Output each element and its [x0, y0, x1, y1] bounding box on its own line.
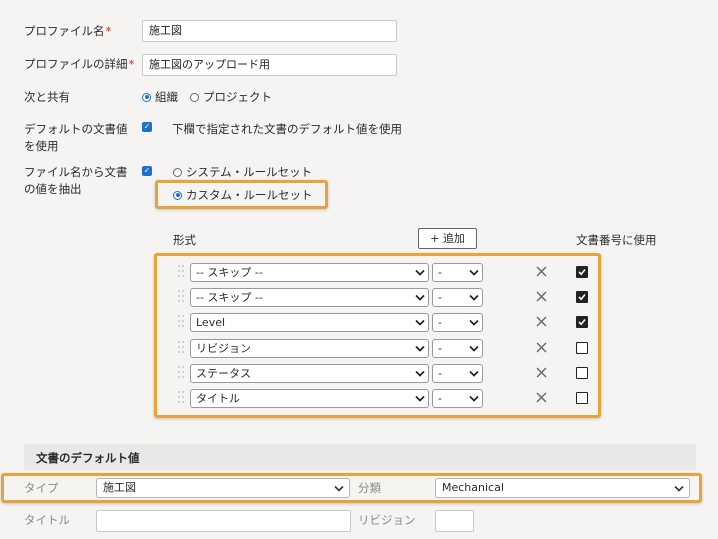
share-option-project-label: プロジェクト [203, 90, 272, 104]
use-for-doc-number-checkbox[interactable] [576, 291, 588, 303]
share-option-organization-label: 組織 [155, 90, 178, 104]
ruleset-option-custom-label: カスタム・ルールセット [186, 188, 313, 202]
rule-separator-select[interactable]: - [432, 288, 483, 307]
chevron-down-icon [469, 269, 479, 276]
rule-field-select[interactable]: タイトル [190, 389, 429, 408]
rule-separator-value: - [438, 342, 442, 355]
rule-field-select[interactable]: Level [190, 313, 429, 332]
type-select[interactable]: 施工図 [96, 478, 350, 498]
default-doc-checkbox[interactable]: ✓ [142, 122, 152, 132]
profile-name-label: プロファイル名* [24, 24, 112, 38]
profile-detail-input[interactable]: 施工図のアップロード用 [142, 54, 397, 76]
rule-separator-select[interactable]: - [432, 263, 483, 282]
profile-name-input[interactable]: 施工図 [142, 20, 397, 42]
default-doc-description: 下欄で指定された文書のデフォルト値を使用 [172, 122, 402, 136]
rule-field-select[interactable]: -- スキップ -- [190, 263, 429, 282]
category-select-value: Mechanical [442, 481, 504, 494]
use-for-doc-number-header: 文書番号に使用 [576, 233, 657, 247]
radio-unselected-icon [190, 92, 199, 102]
drag-handle-icon[interactable] [178, 341, 185, 354]
chevron-down-icon [469, 395, 479, 402]
share-option-project[interactable]: プロジェクト [190, 89, 272, 105]
drag-handle-icon[interactable] [178, 366, 185, 379]
remove-rule-icon[interactable] [536, 291, 547, 302]
rule-separator-select[interactable]: - [432, 389, 483, 408]
ruleset-option-system[interactable]: システム・ルールセット [173, 164, 312, 180]
rule-field-select[interactable]: -- スキップ -- [190, 288, 429, 307]
chevron-down-icon [415, 319, 425, 326]
rule-separator-value: - [438, 291, 442, 304]
rule-separator-select[interactable]: - [432, 313, 483, 332]
title-input[interactable] [96, 510, 351, 532]
chevron-down-icon [469, 370, 479, 377]
share-option-organization[interactable]: 組織 [142, 89, 178, 105]
rule-field-value: ステータス [196, 367, 251, 380]
share-label: 次と共有 [24, 90, 70, 104]
category-select[interactable]: Mechanical [435, 478, 690, 498]
rule-separator-select[interactable]: - [432, 339, 483, 358]
rule-field-value: リビジョン [196, 342, 251, 355]
rule-field-value: Level [196, 316, 226, 329]
rule-field-value: -- スキップ -- [196, 291, 263, 304]
chevron-down-icon [415, 269, 425, 276]
rule-separator-value: - [438, 392, 442, 405]
ruleset-option-system-label: システム・ルールセット [186, 165, 313, 179]
extract-checkbox[interactable]: ✓ [142, 166, 152, 176]
extract-label: ファイル名から文書 の値を抽出 [24, 165, 128, 196]
radio-selected-icon [173, 190, 182, 200]
add-rule-button[interactable]: + 追加 [418, 228, 477, 249]
use-for-doc-number-checkbox[interactable] [576, 392, 588, 404]
doc-defaults-section-title: 文書のデフォルト値 [36, 451, 140, 465]
type-label: タイプ [24, 481, 59, 495]
remove-rule-icon[interactable] [536, 266, 547, 277]
category-label: 分類 [358, 481, 381, 495]
default-doc-label: デフォルトの文書値 を使用 [24, 122, 128, 153]
chevron-down-icon [469, 294, 479, 301]
check-icon [578, 318, 586, 326]
ruleset-option-custom[interactable]: カスタム・ルールセット [173, 187, 313, 203]
chevron-down-icon [674, 485, 684, 492]
type-select-value: 施工図 [103, 481, 136, 494]
use-for-doc-number-checkbox[interactable] [576, 367, 588, 379]
drag-handle-icon[interactable] [178, 391, 185, 404]
rule-separator-value: - [438, 316, 442, 329]
rule-separator-value: - [438, 367, 442, 380]
chevron-down-icon [415, 395, 425, 402]
remove-rule-icon[interactable] [536, 316, 547, 327]
rule-field-value: -- スキップ -- [196, 266, 263, 279]
check-icon [578, 293, 586, 301]
drag-handle-icon[interactable] [178, 315, 185, 328]
use-for-doc-number-checkbox[interactable] [576, 342, 588, 354]
chevron-down-icon [415, 370, 425, 377]
format-header: 形式 [173, 233, 196, 247]
check-icon [578, 268, 586, 276]
radio-unselected-icon [173, 167, 182, 177]
remove-rule-icon[interactable] [536, 392, 547, 403]
chevron-down-icon [469, 319, 479, 326]
rule-separator-select[interactable]: - [432, 364, 483, 383]
drag-handle-icon[interactable] [178, 265, 185, 278]
doc-defaults-section-header: 文書のデフォルト値 [24, 444, 696, 470]
chevron-down-icon [415, 294, 425, 301]
rule-field-select[interactable]: リビジョン [190, 339, 429, 358]
use-for-doc-number-checkbox[interactable] [576, 266, 588, 278]
title-label: タイトル [24, 513, 70, 527]
rule-separator-value: - [438, 266, 442, 279]
profile-detail-label: プロファイルの詳細* [24, 57, 135, 71]
revision-label: リビジョン [358, 513, 416, 527]
chevron-down-icon [469, 345, 479, 352]
rule-field-value: タイトル [196, 392, 240, 405]
chevron-down-icon [334, 485, 344, 492]
remove-rule-icon[interactable] [536, 367, 547, 378]
use-for-doc-number-checkbox[interactable] [576, 316, 588, 328]
chevron-down-icon [415, 345, 425, 352]
revision-input[interactable] [435, 510, 474, 532]
remove-rule-icon[interactable] [536, 342, 547, 353]
drag-handle-icon[interactable] [178, 290, 185, 303]
radio-selected-icon [142, 92, 151, 102]
rule-field-select[interactable]: ステータス [190, 364, 429, 383]
